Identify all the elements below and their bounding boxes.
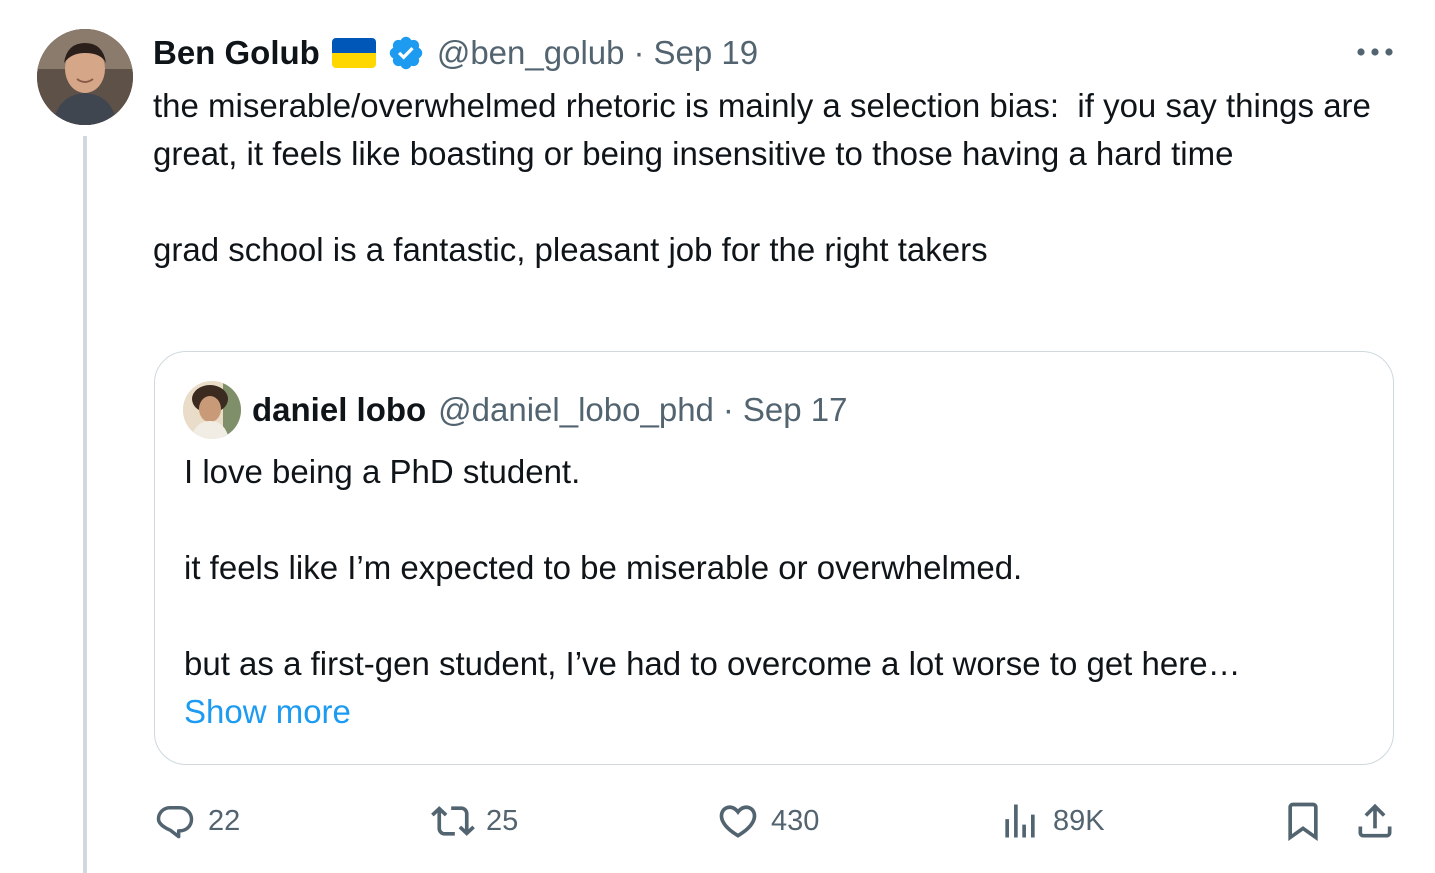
- reply-icon: [156, 806, 194, 839]
- show-more-link[interactable]: Show more: [184, 688, 351, 736]
- avatar[interactable]: [37, 29, 133, 125]
- ukraine-flag-icon: [331, 38, 376, 68]
- retweet-icon: [431, 806, 475, 836]
- more-options-icon[interactable]: [1355, 38, 1395, 66]
- quoted-text: I love being a PhD student. it feels lik…: [184, 453, 1241, 682]
- views-button[interactable]: 89K: [998, 796, 1105, 846]
- reply-button[interactable]: 22: [153, 796, 240, 846]
- share-button[interactable]: [1353, 796, 1397, 846]
- quoted-date[interactable]: Sep 17: [743, 391, 848, 429]
- tweet-header: Ben Golub @ben_golub · Sep 19: [153, 28, 758, 78]
- bookmark-icon: [1288, 802, 1318, 842]
- tweet-date[interactable]: Sep 19: [653, 34, 758, 72]
- quoted-separator: ·: [722, 391, 734, 428]
- reply-count: 22: [208, 804, 241, 837]
- quoted-avatar[interactable]: [183, 381, 241, 439]
- like-count: 430: [771, 804, 820, 837]
- retweet-count: 25: [486, 804, 519, 837]
- like-button[interactable]: 430: [716, 796, 819, 846]
- views-icon: [1005, 804, 1035, 838]
- action-bar: 22 25 430 89K: [153, 796, 1398, 846]
- retweet-button[interactable]: 25: [431, 796, 518, 846]
- bookmark-button[interactable]: [1281, 796, 1325, 846]
- tweet-text: the miserable/overwhelmed rhetoric is ma…: [153, 87, 1371, 268]
- verified-badge-icon[interactable]: [387, 34, 425, 72]
- thread-line: [83, 136, 87, 873]
- quoted-author-handle[interactable]: @daniel_lobo_phd: [438, 391, 714, 429]
- author-handle[interactable]: @ben_golub: [437, 34, 625, 72]
- quoted-author-name[interactable]: daniel lobo: [252, 391, 426, 429]
- author-name[interactable]: Ben Golub: [153, 34, 320, 72]
- views-count: 89K: [1053, 804, 1105, 837]
- share-icon: [1358, 803, 1392, 838]
- quoted-tweet[interactable]: daniel lobo @daniel_lobo_phd · Sep 17 I …: [154, 351, 1394, 765]
- tweet[interactable]: Ben Golub @ben_golub · Sep 19 the misera…: [0, 0, 1435, 873]
- quoted-header: daniel lobo @daniel_lobo_phd · Sep 17: [252, 386, 848, 434]
- header-separator: ·: [633, 34, 645, 71]
- heart-icon: [719, 805, 757, 838]
